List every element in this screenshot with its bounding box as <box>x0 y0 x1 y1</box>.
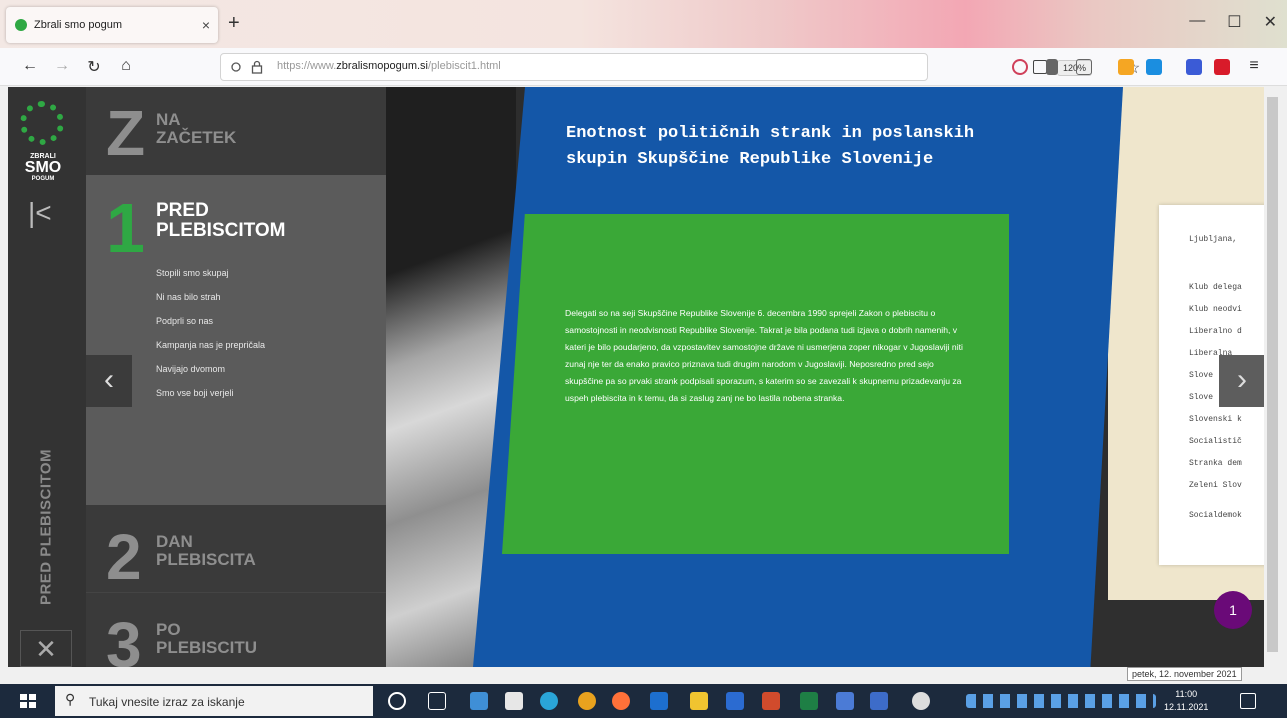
chrome-browser-icon[interactable] <box>578 692 596 710</box>
site-favicon-icon <box>15 19 27 31</box>
sidebar-toggle-icon[interactable] <box>1076 59 1092 75</box>
mail-app-icon[interactable] <box>470 692 488 710</box>
reader-view-icon[interactable] <box>1033 60 1047 74</box>
submenu-item[interactable]: Ni nas bilo strah <box>156 285 265 309</box>
file-explorer-icon[interactable] <box>690 692 708 710</box>
cortana-icon[interactable] <box>388 692 406 710</box>
page-badge[interactable]: 1 <box>1214 591 1252 629</box>
horizontal-scrollbar[interactable] <box>8 667 1264 682</box>
maximize-icon[interactable]: ☐ <box>1227 12 1241 32</box>
home-icon[interactable]: ⌂ <box>116 57 136 75</box>
browser-tab[interactable]: Zbrali smo pogum × <box>6 7 218 43</box>
page-viewport: ZBRALI SMO POGUM |< PRED PLEBISCITOM ✕ Z… <box>8 87 1264 667</box>
pocket-icon[interactable] <box>1012 59 1028 75</box>
window-close-icon[interactable]: ✕ <box>1264 12 1277 32</box>
powerpoint-app-icon[interactable] <box>762 692 780 710</box>
windows-taskbar: ⚲ Tukaj vnesite izraz za iskanje 11:00 12… <box>0 684 1287 718</box>
browser-navbar: ← → ↻ ⌂ https://www.zbralismopogum.si/pl… <box>0 48 1287 86</box>
window-controls: — ☐ ✕ <box>1189 12 1277 32</box>
forward-icon[interactable]: → <box>52 57 72 75</box>
article-headline: Enotnost političnih strank in poslanskih… <box>566 124 975 169</box>
extension-icon[interactable] <box>1214 59 1230 75</box>
submenu-item[interactable]: Kampanja nas je prepričala <box>156 333 265 357</box>
scrollbar-thumb[interactable] <box>1267 97 1278 652</box>
logo-ring-icon[interactable] <box>20 101 64 145</box>
notification-center-icon[interactable] <box>1240 693 1256 709</box>
task-view-icon[interactable] <box>428 692 446 710</box>
outlook-app-icon[interactable] <box>650 692 668 710</box>
logo-column: ZBRALI SMO POGUM |< PRED PLEBISCITOM ✕ <box>8 87 86 667</box>
menu-icon[interactable]: ≡ <box>1244 57 1264 75</box>
article-body: Delegati so na seji Skupščine Republike … <box>565 308 963 403</box>
firefox-browser-icon[interactable] <box>612 692 630 710</box>
onedrive-icon[interactable] <box>912 692 930 710</box>
close-menu-icon[interactable]: ✕ <box>20 630 72 667</box>
extension-icon[interactable] <box>1146 59 1162 75</box>
new-tab-button[interactable]: + <box>228 12 240 35</box>
submenu-item[interactable]: Navijajo dvomom <box>156 357 265 381</box>
submenu-item[interactable]: Smo vse boji verjeli <box>156 381 265 405</box>
system-tray-icons[interactable] <box>966 694 1156 708</box>
tab-close-icon[interactable]: × <box>202 17 210 33</box>
site-logo[interactable]: ZBRALI SMO POGUM <box>20 153 66 182</box>
submenu-item[interactable]: Podprli so nas <box>156 309 265 333</box>
previous-slide-button[interactable]: ‹ <box>86 355 132 407</box>
minimize-icon[interactable]: — <box>1189 12 1205 32</box>
teams-app-icon[interactable] <box>836 692 854 710</box>
back-icon[interactable]: ← <box>20 57 40 75</box>
tab-title: Zbrali smo pogum <box>34 19 123 31</box>
reload-icon[interactable]: ↻ <box>84 57 104 77</box>
current-section-label: PRED PLEBISCITOM <box>37 448 55 606</box>
date-tooltip: petek, 12. november 2021 <box>1127 667 1242 681</box>
menu-item-dan-plebiscita[interactable]: 2 DAN PLEBISCITA <box>86 505 386 593</box>
url-text: https://www.zbralismopogum.si/plebiscit1… <box>277 60 501 72</box>
windows-start-icon[interactable] <box>20 694 36 708</box>
url-bar[interactable]: https://www.zbralismopogum.si/plebiscit1… <box>220 53 1140 81</box>
vertical-scrollbar[interactable] <box>1264 87 1281 667</box>
extension-icon[interactable] <box>1118 59 1134 75</box>
lock-icon <box>231 62 241 72</box>
library-icon[interactable] <box>1046 59 1058 75</box>
word-app-icon[interactable] <box>726 692 744 710</box>
search-placeholder: Tukaj vnesite izraz za iskanje <box>89 695 245 709</box>
store-app-icon[interactable] <box>505 692 523 710</box>
taskbar-clock[interactable]: 11:00 12.11.2021 <box>1164 688 1208 714</box>
search-icon: ⚲ <box>65 691 76 707</box>
extension-icon[interactable] <box>1186 59 1202 75</box>
taskbar-search[interactable]: ⚲ Tukaj vnesite izraz za iskanje <box>55 686 373 716</box>
padlock-icon <box>251 60 263 74</box>
submenu-list: Stopili smo skupaj Ni nas bilo strah Pod… <box>156 261 265 405</box>
app-icon[interactable] <box>870 692 888 710</box>
edge-browser-icon[interactable] <box>540 692 558 710</box>
browser-tab-bar: Zbrali smo pogum × + — ☐ ✕ <box>0 0 1287 48</box>
menu-item-po-plebiscitu[interactable]: 3 PO PLEBISCITU <box>86 593 386 667</box>
collapse-menu-icon[interactable]: |< <box>28 197 52 229</box>
submenu-item[interactable]: Stopili smo skupaj <box>156 261 265 285</box>
next-slide-button[interactable]: › <box>1219 355 1264 407</box>
menu-item-pred-plebiscitom[interactable]: 1 PRED PLEBISCITOM Stopili smo skupaj Ni … <box>86 175 386 505</box>
menu-item-na-zacetek[interactable]: Z NA ZAČETEK <box>86 87 386 175</box>
excel-app-icon[interactable] <box>800 692 818 710</box>
tray-chevron-icon[interactable] <box>948 692 960 710</box>
